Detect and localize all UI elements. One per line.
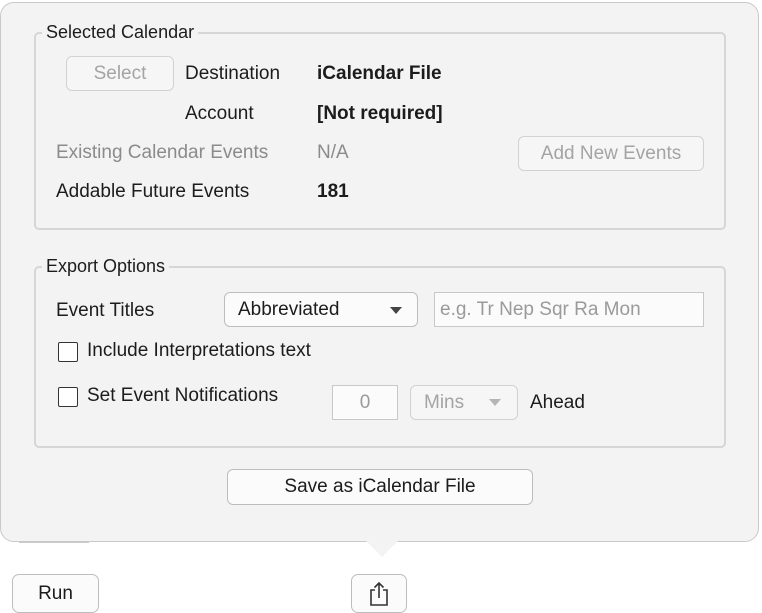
popover-edge-line xyxy=(19,542,89,543)
addable-events-label: Addable Future Events xyxy=(56,181,250,202)
addable-events-value: 181 xyxy=(317,181,349,202)
export-options-legend: Export Options xyxy=(46,256,166,276)
existing-events-value: N/A xyxy=(317,142,349,163)
add-new-events-button[interactable]: Add New Events xyxy=(518,136,704,171)
account-label: Account xyxy=(185,103,254,124)
event-titles-label: Event Titles xyxy=(56,300,155,321)
existing-events-label: Existing Calendar Events xyxy=(56,142,269,163)
chevron-down-icon xyxy=(489,399,501,406)
selected-calendar-legend: Selected Calendar xyxy=(46,22,195,42)
notification-amount-field[interactable]: 0 xyxy=(332,385,398,420)
notification-amount-value: 0 xyxy=(359,391,371,413)
account-value: [Not required] xyxy=(317,103,443,124)
share-icon xyxy=(368,581,390,607)
notification-unit-dropdown[interactable]: Mins xyxy=(410,385,518,420)
set-notifications-checkbox[interactable] xyxy=(58,387,78,407)
ahead-label: Ahead xyxy=(530,392,585,413)
chevron-down-icon xyxy=(390,307,402,314)
popover-arrow xyxy=(364,539,400,557)
run-button[interactable]: Run xyxy=(12,574,99,613)
share-button[interactable] xyxy=(351,574,407,613)
set-notifications-label: Set Event Notifications xyxy=(87,385,279,406)
select-button[interactable]: Select xyxy=(66,56,174,91)
destination-value: iCalendar File xyxy=(317,63,442,84)
notification-unit-value: Mins xyxy=(424,391,465,413)
example-title-placeholder: e.g. Tr Nep Sqr Ra Mon xyxy=(440,298,641,320)
save-icalendar-button[interactable]: Save as iCalendar File xyxy=(227,469,533,505)
destination-label: Destination xyxy=(185,63,281,84)
event-titles-dropdown[interactable]: Abbreviated xyxy=(224,292,418,327)
event-titles-selected: Abbreviated xyxy=(238,298,340,320)
example-title-field[interactable]: e.g. Tr Nep Sqr Ra Mon xyxy=(434,292,704,327)
include-interpretations-checkbox[interactable] xyxy=(58,342,78,362)
include-interpretations-label: Include Interpretations text xyxy=(87,340,311,361)
